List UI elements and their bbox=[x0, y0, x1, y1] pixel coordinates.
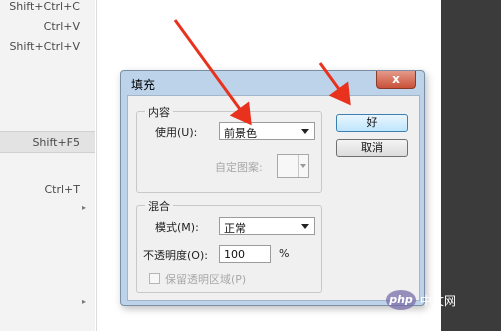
watermark: php 中文网 bbox=[386, 290, 456, 310]
watermark-text: 中文网 bbox=[420, 293, 457, 308]
arrow-to-use-select bbox=[173, 19, 252, 126]
arrow-to-ok-button bbox=[318, 62, 351, 106]
annotation-arrows bbox=[173, 19, 351, 126]
php-logo: php bbox=[386, 290, 416, 310]
